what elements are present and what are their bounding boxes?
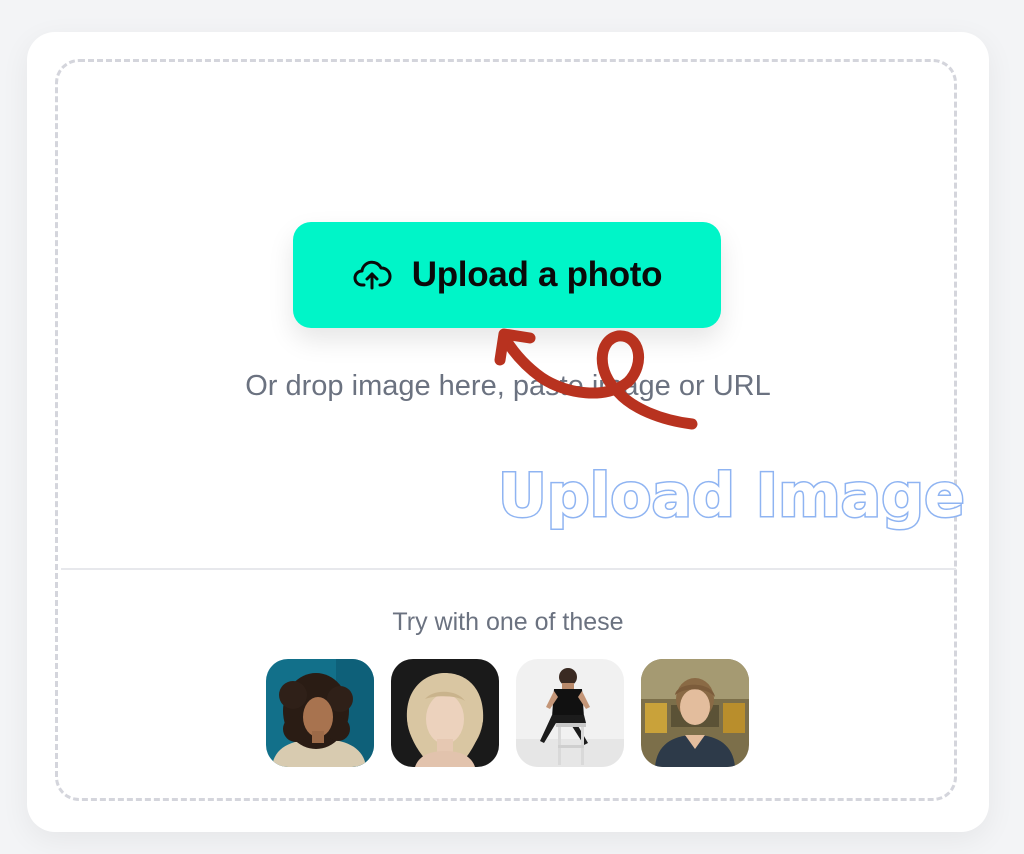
sample-photo-3[interactable] bbox=[516, 659, 624, 767]
cloud-upload-icon bbox=[352, 255, 392, 295]
upload-button-label: Upload a photo bbox=[411, 255, 663, 294]
sample-photo-2[interactable] bbox=[391, 659, 499, 767]
upload-photo-button[interactable]: Upload a photo bbox=[293, 222, 721, 328]
upload-card: Upload a photo Or drop image here, paste… bbox=[27, 32, 989, 832]
sample-images bbox=[266, 659, 750, 767]
divider bbox=[61, 568, 956, 570]
sample-label: Try with one of these bbox=[392, 608, 624, 636]
drop-hint-text: Or drop image here, paste image or URL bbox=[245, 370, 771, 402]
sample-photo-1[interactable] bbox=[266, 659, 374, 767]
sample-photo-4[interactable] bbox=[641, 659, 749, 767]
